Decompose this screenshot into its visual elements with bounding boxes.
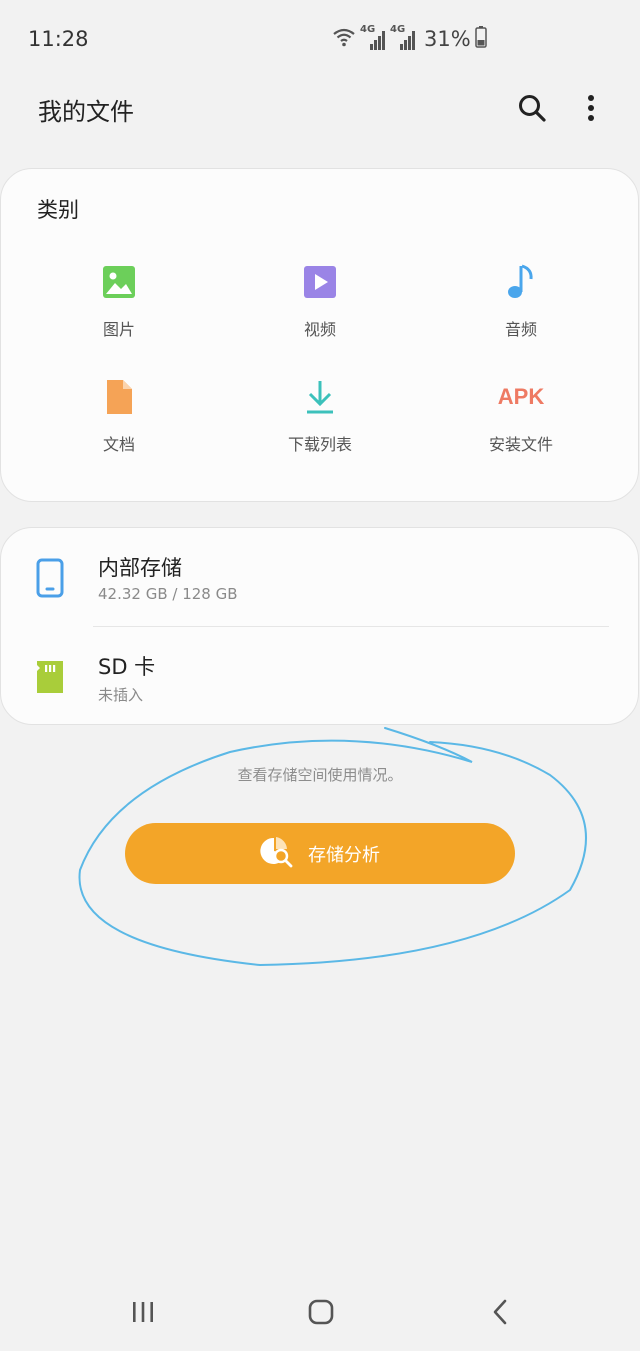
navigation-bar <box>0 1270 640 1351</box>
battery-percent: 31% <box>424 27 471 51</box>
back-button[interactable] <box>470 1286 530 1342</box>
category-audio[interactable]: 音频 <box>441 264 601 354</box>
status-time: 11:28 <box>28 27 89 51</box>
status-bar: 11:28 4G 4G 31% <box>0 0 640 80</box>
categories-card: 类别 图片 视频 音频 文档 下载列表 APK 安装文件 <box>0 168 639 502</box>
page-title: 我的文件 <box>38 98 134 126</box>
category-label: 视频 <box>303 320 336 339</box>
category-label: 下载列表 <box>287 435 352 454</box>
storage-analysis-icon <box>260 836 294 872</box>
image-icon <box>101 264 137 300</box>
sd-card-icon <box>35 659 65 699</box>
app-bar: 我的文件 <box>0 80 640 136</box>
status-icons: 4G 4G 31% <box>332 24 487 54</box>
storage-name: SD 卡 <box>98 655 156 679</box>
section-title: 类别 <box>37 198 79 222</box>
category-label: 安装文件 <box>488 435 553 454</box>
more-vert-icon <box>587 94 595 126</box>
storage-analysis-button[interactable]: 存储分析 <box>125 823 515 884</box>
storage-analysis-label: 存储分析 <box>308 844 380 866</box>
wifi-icon <box>332 26 356 52</box>
category-videos[interactable]: 视频 <box>240 264 400 354</box>
phone-icon <box>35 558 65 598</box>
music-note-icon <box>503 264 539 300</box>
storage-internal-row[interactable]: 内部存储 42.32 GB / 128 GB <box>1 528 640 626</box>
storage-detail: 未插入 <box>98 686 144 704</box>
storage-analysis-hint: 查看存储空间使用情况。 <box>237 766 403 784</box>
download-icon <box>302 379 338 415</box>
category-images[interactable]: 图片 <box>39 264 199 354</box>
storage-card: 内部存储 42.32 GB / 128 GB SD 卡 未插入 <box>0 527 639 725</box>
storage-sd-row[interactable]: SD 卡 未插入 <box>1 627 640 725</box>
signal-icon: 4G <box>390 24 416 52</box>
more-options-button[interactable] <box>571 90 611 130</box>
video-icon <box>302 264 338 300</box>
category-installers[interactable]: APK 安装文件 <box>441 379 601 469</box>
document-icon <box>101 379 137 415</box>
apk-icon: APK <box>497 384 545 409</box>
home-icon <box>308 1299 334 1329</box>
category-documents[interactable]: 文档 <box>39 379 199 469</box>
recent-apps-icon <box>131 1300 155 1328</box>
search-icon <box>517 93 547 127</box>
recent-apps-button[interactable] <box>113 1286 173 1342</box>
category-label: 图片 <box>102 320 135 339</box>
storage-name: 内部存储 <box>98 556 182 580</box>
category-label: 音频 <box>504 320 537 339</box>
signal-icon: 4G <box>360 24 386 52</box>
search-button[interactable] <box>512 90 552 130</box>
storage-detail: 42.32 GB / 128 GB <box>98 585 238 603</box>
category-downloads[interactable]: 下载列表 <box>240 379 400 469</box>
home-button[interactable] <box>291 1286 351 1342</box>
back-icon <box>492 1299 508 1329</box>
category-label: 文档 <box>102 435 135 454</box>
battery-icon <box>474 26 487 52</box>
